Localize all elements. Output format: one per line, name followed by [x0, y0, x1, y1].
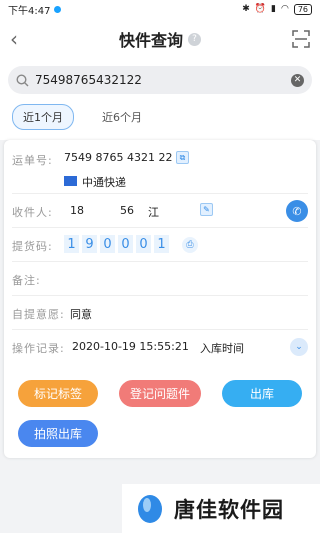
page-header: ‹ 快件查询 ?: [0, 18, 320, 60]
pickup-code-digit: 1: [154, 235, 169, 253]
recipient-label: 收件人:: [12, 206, 53, 219]
copy-icon[interactable]: ⧉: [176, 151, 189, 164]
wifi-icon: ◠: [280, 4, 289, 14]
pickup-code: 190001: [64, 235, 172, 253]
self-pickup-label: 自提意愿:: [12, 308, 65, 321]
courier-logo-icon: [64, 176, 77, 186]
pickup-code-digit: 0: [100, 235, 115, 253]
recipient-row: 收件人: 18 56 江 ✎ ✆: [12, 194, 308, 228]
signal-icon: ▮: [271, 4, 276, 14]
help-icon[interactable]: ?: [188, 32, 201, 46]
time-range-tabs: 近1个月 近6个月: [0, 102, 320, 140]
pickup-code-digit: 9: [82, 235, 97, 253]
pickup-code-label: 提货码:: [12, 240, 53, 253]
waybill-label: 运单号:: [12, 154, 53, 167]
pickup-code-digit: 0: [118, 235, 133, 253]
photo-check-out-button[interactable]: 拍照出库: [18, 420, 98, 447]
waybill-number: 7549 8765 4321 22: [64, 151, 173, 164]
pickup-code-digit: 0: [136, 235, 151, 253]
operation-log-label: 操作记录:: [12, 342, 65, 355]
status-time: 下午4:47: [8, 5, 51, 17]
edit-icon[interactable]: ✎: [200, 203, 213, 216]
register-problem-button[interactable]: 登记问题件: [119, 380, 201, 407]
alarm-icon: ⏰: [254, 4, 266, 14]
recipient-name: 江: [148, 206, 159, 219]
status-left: 下午4:47: [8, 2, 62, 17]
waybill-row: 运单号: 7549 8765 4321 22 ⧉ 中通快递: [12, 146, 308, 194]
status-right: ✱ ⏰ ▮ ◠ 76: [242, 3, 312, 15]
watermark-logo-icon: [138, 494, 162, 523]
tab-1-month[interactable]: 近1个月: [12, 104, 74, 130]
status-bar: 下午4:47 ✱ ⏰ ▮ ◠ 76: [0, 0, 320, 18]
back-icon[interactable]: ‹: [10, 27, 18, 51]
pickup-code-digit: 1: [64, 235, 79, 253]
watermark: 唐佳软件园: [122, 484, 320, 533]
check-out-button[interactable]: 出库: [222, 380, 302, 407]
self-pickup-row: 自提意愿: 同意: [12, 296, 308, 330]
battery-level: 76: [293, 3, 312, 15]
watermark-text: 唐佳软件园: [174, 497, 284, 522]
call-button[interactable]: ✆: [286, 200, 308, 222]
operation-log-row: 操作记录: 2020-10-19 15:55:21 入库时间 ⌄: [12, 330, 308, 364]
recipient-phone: 18: [70, 204, 84, 217]
courier-name: 中通快递: [82, 176, 126, 189]
recipient-phone-tail: 56: [120, 204, 134, 217]
self-pickup-value: 同意: [70, 308, 92, 321]
operation-log-time: 2020-10-19 15:55:21: [72, 340, 189, 353]
scan-icon[interactable]: [292, 30, 310, 48]
search-bar: 75498765432122 ✕: [0, 60, 320, 102]
clear-search-icon[interactable]: ✕: [291, 73, 304, 87]
print-icon[interactable]: ⎙: [182, 237, 198, 253]
operation-log-action: 入库时间: [200, 342, 244, 355]
chevron-down-icon[interactable]: ⌄: [290, 338, 308, 356]
page-title: 快件查询: [118, 31, 183, 50]
parcel-detail-card: 运单号: 7549 8765 4321 22 ⧉ 中通快递 收件人: 18 56…: [4, 140, 316, 458]
note-label: 备注:: [12, 274, 41, 287]
note-row: 备注:: [12, 262, 308, 296]
pickup-code-row: 提货码: 190001 ⎙: [12, 228, 308, 262]
search-value: 75498765432122: [35, 73, 142, 87]
notification-dot-icon: [54, 5, 62, 13]
bluetooth-icon: ✱: [242, 4, 250, 14]
mark-tag-button[interactable]: 标记标签: [18, 380, 98, 407]
search-input[interactable]: 75498765432122 ✕: [8, 66, 312, 94]
tab-6-months[interactable]: 近6个月: [92, 105, 152, 129]
search-icon: [16, 73, 29, 86]
